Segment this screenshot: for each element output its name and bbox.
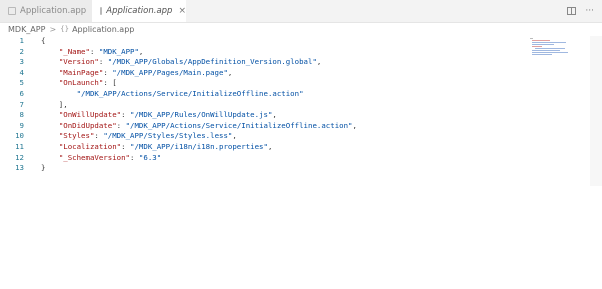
tab-label: Application.app	[20, 6, 87, 16]
code-line[interactable]: 12 "_SchemaVersion": "6.3"	[0, 153, 602, 164]
line-code: "/MDK_APP/Actions/Service/InitializeOffl…	[76, 89, 304, 98]
breadcrumb-root[interactable]: MDK_APP	[8, 25, 45, 34]
line-code: "OnDidUpdate": "/MDK_APP/Actions/Service…	[58, 120, 357, 130]
line-number: 11	[15, 142, 24, 151]
code-line[interactable]: 11 "Localization": "/MDK_APP/i18n/i18n.p…	[0, 142, 602, 153]
line-number: 2	[19, 46, 24, 56]
code-line[interactable]: 8 "OnWillUpdate": "/MDK_APP/Rules/OnWill…	[0, 110, 602, 121]
code-line[interactable]: 10 "Styles": "/MDK_APP/Styles/Styles.les…	[0, 131, 602, 142]
line-code: "OnLaunch": [	[58, 78, 117, 88]
code-line[interactable]: 2 "_Name": "MDK_APP",	[0, 47, 602, 58]
line-code: "Styles": "/MDK_APP/Styles/Styles.less",	[58, 131, 237, 141]
line-code: "Localization": "/MDK_APP/i18n/i18n.prop…	[58, 142, 273, 151]
tab-bar: Application.app Application.app × ···	[0, 0, 602, 23]
breadcrumb-file[interactable]: Application.app	[72, 25, 134, 34]
line-number: 6	[19, 89, 24, 98]
line-code: "_SchemaVersion": "6.3"	[58, 152, 162, 162]
line-number: 10	[15, 131, 24, 141]
minimap[interactable]	[530, 36, 570, 56]
editor-actions: ···	[567, 0, 594, 22]
line-code: "OnWillUpdate": "/MDK_APP/Rules/OnWillUp…	[58, 110, 277, 120]
line-code: }	[41, 163, 46, 173]
line-code: "Version": "/MDK_APP/Globals/AppDefiniti…	[58, 57, 322, 67]
line-code: ],	[41, 99, 68, 109]
line-code: {	[41, 36, 46, 45]
code-editor[interactable]: 1{2 "_Name": "MDK_APP", 3 "Version": "/MD…	[0, 36, 602, 289]
breadcrumb: MDK_APP > {} Application.app	[0, 22, 602, 36]
code-line[interactable]: 7 ],	[0, 100, 602, 111]
line-number: 13	[15, 163, 24, 173]
line-number: 12	[15, 152, 24, 162]
line-number: 4	[19, 67, 24, 77]
tab-application-app-2[interactable]: Application.app ×	[92, 0, 186, 22]
tab-application-app-1[interactable]: Application.app	[0, 0, 93, 22]
code-line[interactable]: 9 "OnDidUpdate": "/MDK_APP/Actions/Servi…	[0, 121, 602, 132]
tab-label: Application.app	[106, 6, 173, 16]
more-actions-icon[interactable]: ···	[585, 6, 594, 16]
line-code: "_Name": "MDK_APP",	[58, 46, 144, 56]
code-line[interactable]: 13}	[0, 163, 602, 174]
code-line[interactable]: 4 "MainPage": "/MDK_APP/Pages/Main.page"…	[0, 68, 602, 79]
file-icon	[100, 7, 103, 15]
line-number: 9	[19, 120, 24, 130]
json-file-icon: {}	[60, 25, 70, 33]
line-number: 7	[19, 99, 24, 109]
code-line[interactable]: 3 "Version": "/MDK_APP/Globals/AppDefini…	[0, 57, 602, 68]
line-number: 8	[19, 110, 24, 120]
line-number: 3	[19, 57, 24, 67]
line-code: "MainPage": "/MDK_APP/Pages/Main.page",	[58, 67, 233, 77]
breadcrumb-separator: >	[49, 24, 57, 34]
split-editor-icon[interactable]	[567, 7, 577, 15]
line-number: 1	[19, 36, 24, 45]
code-line[interactable]: 5 "OnLaunch": [	[0, 78, 602, 89]
close-icon[interactable]: ×	[178, 6, 186, 16]
file-icon	[8, 7, 16, 15]
code-line[interactable]: 1{	[0, 36, 602, 47]
vertical-scrollbar[interactable]	[590, 36, 602, 186]
code-line[interactable]: 6 "/MDK_APP/Actions/Service/InitializeOf…	[0, 89, 602, 100]
line-number: 5	[19, 78, 24, 88]
